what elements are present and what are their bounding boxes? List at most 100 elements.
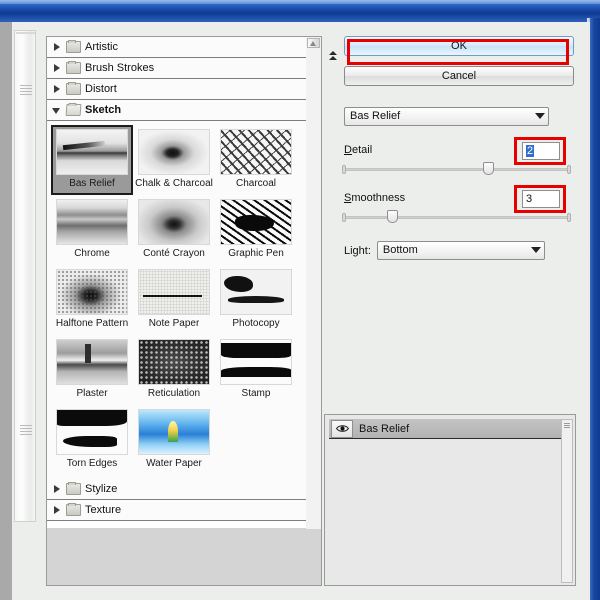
- detail-slider-track: [344, 168, 569, 171]
- triangle-right-icon[interactable]: [53, 484, 62, 494]
- layer-visibility-toggle[interactable]: [331, 419, 353, 438]
- filter-thumbnail-label: Stamp: [241, 388, 271, 399]
- filter-select-value: Bas Relief: [350, 110, 401, 122]
- eye-icon: [335, 425, 349, 432]
- layers-scrollbar[interactable]: [561, 419, 573, 583]
- filter-thumbnail-reticulation[interactable]: Reticulation: [133, 335, 215, 405]
- filter-thumbnail-label: Water Paper: [146, 458, 202, 469]
- smoothness-label: Smoothness: [344, 192, 406, 204]
- filter-thumbnail-label: Reticulation: [147, 388, 201, 399]
- filter-preview-image: [220, 339, 292, 385]
- filter-thumbnail-bas-relief[interactable]: Bas Relief: [51, 125, 133, 195]
- effect-layer-name: Bas Relief: [359, 422, 410, 435]
- effect-layer-row[interactable]: Bas Relief: [329, 419, 572, 439]
- filter-thumbnail-note-paper[interactable]: Note Paper: [133, 265, 215, 335]
- filter-thumbnail-grid-wrap: Bas Relief Chalk & Charcoal Charcoal Chrome…: [47, 121, 321, 479]
- folder-icon: [66, 61, 81, 74]
- filter-preview-image: [220, 129, 292, 175]
- chevron-up-icon: [329, 55, 337, 60]
- slider-cap-right: [567, 165, 571, 174]
- cancel-button[interactable]: Cancel: [344, 66, 574, 86]
- filter-preview-image: [220, 269, 292, 315]
- folder-open-icon: [65, 104, 82, 116]
- chevron-up-icon: [329, 50, 337, 55]
- scroll-up-arrow-icon: [310, 41, 316, 46]
- triangle-right-icon[interactable]: [53, 84, 62, 94]
- filter-thumbnail-chrome[interactable]: Chrome: [51, 195, 133, 265]
- filter-thumbnail-cont-crayon[interactable]: Conté Crayon: [133, 195, 215, 265]
- filter-thumbnail-photocopy[interactable]: Photocopy: [215, 265, 297, 335]
- filter-preview-image: [138, 129, 210, 175]
- tree-item-label: Distort: [85, 82, 117, 95]
- collapse-panel-button[interactable]: [326, 44, 340, 66]
- tree-item-stylize[interactable]: Stylize: [47, 479, 321, 500]
- filter-thumbnail-label: Note Paper: [148, 318, 200, 329]
- tree-item-texture[interactable]: Texture: [47, 500, 321, 521]
- light-label: Light:: [344, 244, 371, 257]
- filter-thumbnail-grid: Bas Relief Chalk & Charcoal Charcoal Chrome…: [47, 125, 321, 475]
- filter-browser-panel: Artistic Brush Strokes Distort Sketch Bas R…: [46, 36, 322, 530]
- layers-scrollbar-grip: [564, 423, 570, 424]
- folder-icon: [66, 482, 81, 495]
- filter-thumbnail-label: Chrome: [74, 248, 110, 259]
- tree-item-sketch[interactable]: Sketch: [47, 100, 321, 121]
- titlebar-highlight: [0, 0, 600, 4]
- triangle-right-icon[interactable]: [53, 63, 62, 73]
- filter-thumbnail-label: Graphic Pen: [228, 248, 284, 259]
- filter-thumbnail-label: Photocopy: [232, 318, 280, 329]
- filter-thumbnail-label: Torn Edges: [66, 458, 118, 469]
- filter-preview-image: [56, 199, 128, 245]
- browser-scrollbar[interactable]: [306, 37, 321, 529]
- triangle-down-icon[interactable]: [52, 106, 62, 115]
- splitter-grip-lower: [20, 423, 32, 439]
- filter-thumbnail-chalk-charcoal[interactable]: Chalk & Charcoal: [133, 125, 215, 195]
- filter-preview-image: [56, 409, 128, 455]
- light-direction-dropdown[interactable]: Bottom: [376, 241, 545, 260]
- detail-value: 2: [526, 145, 535, 157]
- smoothness-slider-track: [344, 216, 569, 219]
- filter-thumbnail-plaster[interactable]: Plaster: [51, 335, 133, 405]
- filter-gallery-window: Artistic Brush Strokes Distort Sketch Bas R…: [0, 0, 600, 600]
- filter-thumbnail-halftone-pattern[interactable]: Halftone Pattern: [51, 265, 133, 335]
- ok-button[interactable]: OK: [344, 36, 574, 56]
- triangle-right-icon[interactable]: [53, 505, 62, 515]
- triangle-right-icon[interactable]: [53, 42, 62, 52]
- filter-thumbnail-label: Plaster: [76, 388, 108, 399]
- filter-category-tree: Artistic Brush Strokes Distort Sketch: [47, 37, 321, 121]
- filter-category-tree-bottom: Stylize Texture: [47, 479, 321, 521]
- filter-thumbnail-torn-edges[interactable]: Torn Edges: [51, 405, 133, 475]
- filter-thumbnail-label: Chalk & Charcoal: [135, 178, 213, 189]
- filter-thumbnail-label: Bas Relief: [69, 178, 115, 189]
- filter-preview-image: [56, 339, 128, 385]
- tree-item-artistic[interactable]: Artistic: [47, 37, 321, 58]
- browser-bottom-strip: [46, 528, 322, 586]
- effect-layers-panel: Bas Relief: [324, 414, 576, 586]
- light-direction-value: Bottom: [382, 244, 418, 256]
- smoothness-slider-knob[interactable]: [386, 210, 398, 223]
- smoothness-value-input[interactable]: 3: [522, 190, 560, 208]
- detail-slider[interactable]: [342, 162, 571, 176]
- window-titlebar: [0, 0, 600, 22]
- filter-thumbnail-graphic-pen[interactable]: Graphic Pen: [215, 195, 297, 265]
- filter-preview-image: [138, 269, 210, 315]
- filter-thumbnail-stamp[interactable]: Stamp: [215, 335, 297, 405]
- tree-item-label: Brush Strokes: [85, 61, 155, 74]
- filter-thumbnail-water-paper[interactable]: Water Paper: [133, 405, 215, 475]
- detail-value-input[interactable]: 2: [522, 142, 560, 160]
- filter-thumbnail-label: Charcoal: [235, 178, 277, 189]
- smoothness-slider[interactable]: [342, 210, 571, 224]
- effect-layer-list: Bas Relief: [325, 419, 575, 439]
- filter-preview-image: [220, 199, 292, 245]
- filter-select-dropdown[interactable]: Bas Relief: [344, 107, 549, 126]
- filter-preview-image: [56, 269, 128, 315]
- tree-item-distort[interactable]: Distort: [47, 79, 321, 100]
- tree-item-label: Texture: [85, 503, 122, 516]
- detail-slider-knob[interactable]: [483, 162, 495, 175]
- slider-cap-left: [342, 165, 346, 174]
- filter-preview-image: [138, 409, 210, 455]
- filter-thumbnail-charcoal[interactable]: Charcoal: [215, 125, 297, 195]
- tree-item-brush-strokes[interactable]: Brush Strokes: [47, 58, 321, 79]
- filter-preview-image: [138, 199, 210, 245]
- panel-splitter[interactable]: [14, 30, 36, 522]
- filter-thumbnail-label: Halftone Pattern: [55, 318, 129, 329]
